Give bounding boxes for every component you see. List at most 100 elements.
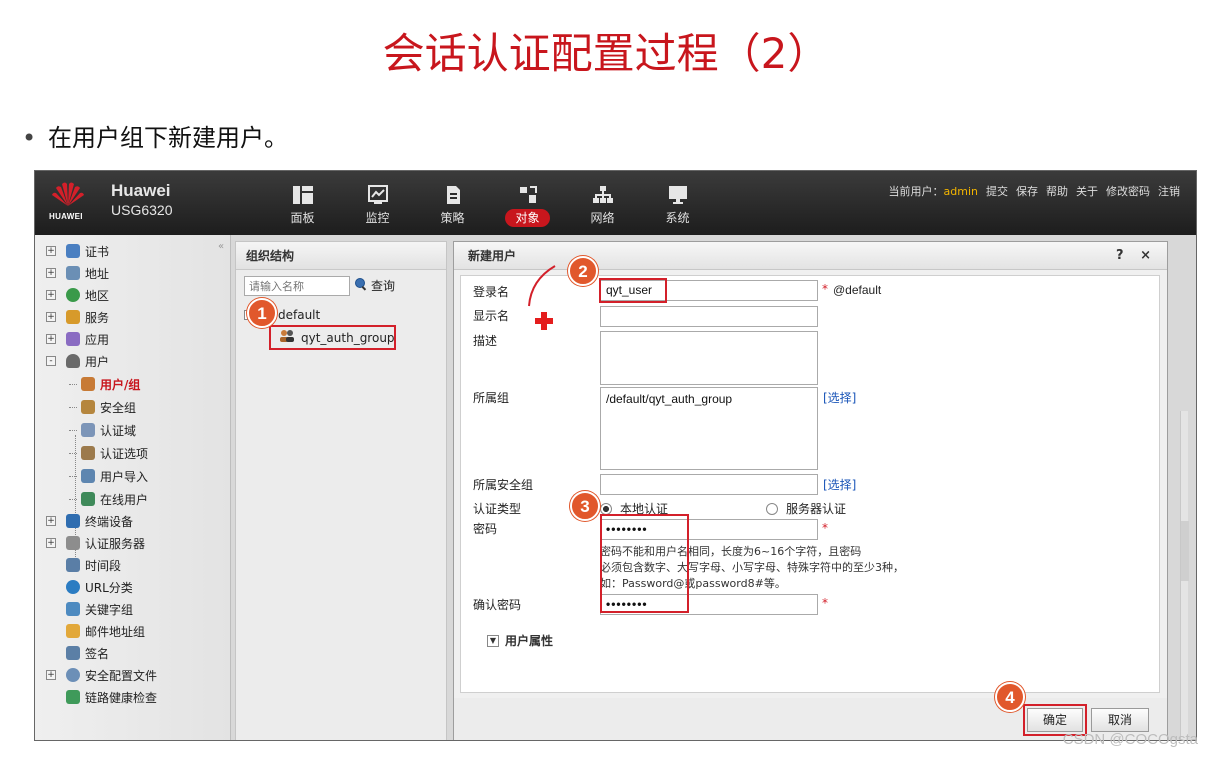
firewall-web-ui: HUAWEI Huawei USG6320 面板 监控 策略 对象 网络 系统 … xyxy=(34,170,1197,741)
expand-icon[interactable]: + xyxy=(46,670,56,680)
brand: Huawei USG6320 xyxy=(111,181,172,218)
tree-item-mail-group[interactable]: 邮件地址组 xyxy=(35,621,145,641)
expand-icon[interactable]: + xyxy=(46,334,56,344)
main-nav: 面板 监控 策略 对象 网络 系统 xyxy=(265,185,715,233)
tree-item-application[interactable]: + 应用 xyxy=(35,329,109,349)
nav-label: 系统 xyxy=(665,211,690,225)
tree-item-url-category[interactable]: URL分类 xyxy=(35,577,133,597)
tree-item-online-users[interactable]: 在线用户 xyxy=(69,489,148,509)
scrollbar-thumb[interactable] xyxy=(1181,521,1189,581)
tree-item-security-profile[interactable]: + 安全配置文件 xyxy=(35,665,157,685)
search-icon xyxy=(354,277,368,294)
user-group-icon xyxy=(81,377,95,391)
nav-system[interactable]: 系统 xyxy=(640,185,715,233)
tree-item-auth-server[interactable]: + 认证服务器 xyxy=(35,533,145,553)
org-node-qyt-auth-group[interactable]: qyt_auth_group xyxy=(269,325,396,350)
nav-label: 面板 xyxy=(290,211,315,225)
tree-item-address[interactable]: + 地址 xyxy=(35,263,109,283)
display-name-input[interactable] xyxy=(600,306,818,327)
brand-name: Huawei xyxy=(111,181,171,200)
radio-selected-icon xyxy=(600,502,612,515)
nav-label: 对象 xyxy=(505,209,550,227)
huawei-logo: HUAWEI xyxy=(49,180,93,226)
tree-item-auth-options[interactable]: 认证选项 xyxy=(69,443,148,463)
user-properties-toggle[interactable]: ▼ 用户属性 xyxy=(487,632,553,649)
select-security-group-link[interactable]: [选择] xyxy=(823,476,856,493)
nav-dashboard[interactable]: 面板 xyxy=(265,185,340,233)
step-badge-2: 2 xyxy=(568,256,598,286)
expand-icon[interactable]: + xyxy=(46,290,56,300)
tree-item-security-group[interactable]: 安全组 xyxy=(69,397,136,417)
search-button[interactable]: 查询 xyxy=(354,277,395,294)
page-scrollbar[interactable] xyxy=(1180,411,1189,740)
highlight-login-name xyxy=(599,278,667,303)
tree-item-auth-domain[interactable]: 认证域 xyxy=(69,420,136,440)
nav-object[interactable]: 对象 xyxy=(490,185,565,233)
collapse-icon[interactable]: - xyxy=(46,356,56,366)
tree-item-terminal-device[interactable]: + 终端设备 xyxy=(35,511,133,531)
required-mark: * xyxy=(822,521,828,535)
expand-icon[interactable]: + xyxy=(46,246,56,256)
expand-icon[interactable]: + xyxy=(46,268,56,278)
tree-item-user[interactable]: - 用户 xyxy=(35,351,109,371)
auth-type-label: 认证类型 xyxy=(473,502,522,516)
submit-link[interactable]: 提交 xyxy=(986,183,1008,199)
help-icon[interactable]: ? xyxy=(1116,248,1124,263)
cancel-button[interactable]: 取消 xyxy=(1091,708,1149,732)
slide-bullet-text: 在用户组下新建用户。 xyxy=(48,124,288,152)
security-group-input[interactable] xyxy=(600,474,818,495)
tree-item-keyword-group[interactable]: 关键字组 xyxy=(35,599,133,619)
expand-icon[interactable]: + xyxy=(46,538,56,548)
tree-item-user-import[interactable]: 用户导入 xyxy=(69,466,148,486)
user-icon xyxy=(66,354,80,368)
org-search-input[interactable] xyxy=(244,276,350,296)
nav-network[interactable]: 网络 xyxy=(565,185,640,233)
object-icon xyxy=(517,185,539,205)
required-mark: * xyxy=(822,282,828,296)
step-badge-3: 3 xyxy=(570,491,600,521)
auth-server-radio[interactable]: 服务器认证 xyxy=(766,500,846,517)
url-globe-icon xyxy=(66,580,80,594)
user-group-icon xyxy=(279,329,295,346)
nav-monitor[interactable]: 监控 xyxy=(340,185,415,233)
org-panel-title: 组织结构 xyxy=(236,242,446,270)
tree-item-link-health[interactable]: 链路健康检查 xyxy=(35,687,157,707)
save-link[interactable]: 保存 xyxy=(1016,183,1038,199)
collapse-panel-icon[interactable]: « xyxy=(218,241,224,252)
select-group-link[interactable]: [选择] xyxy=(823,389,856,406)
about-link[interactable]: 关于 xyxy=(1076,183,1098,199)
close-icon[interactable]: × xyxy=(1140,248,1151,263)
logout-link[interactable]: 注销 xyxy=(1158,183,1180,199)
description-textarea[interactable] xyxy=(600,331,818,385)
nav-label: 策略 xyxy=(440,211,465,225)
signature-icon xyxy=(66,646,80,660)
tree-item-certificate[interactable]: + 证书 xyxy=(35,241,109,261)
dialog-title: 新建用户 xyxy=(468,249,517,263)
mail-icon xyxy=(66,624,80,638)
display-name-label: 显示名 xyxy=(473,309,510,323)
security-group-icon xyxy=(81,400,95,414)
dialog-form: 登录名 qyt_user * @default 显示名 描述 所属组 /defa… xyxy=(460,265,1160,693)
tree-item-user-group[interactable]: 用户/组 xyxy=(69,374,140,394)
nav-policy[interactable]: 策略 xyxy=(415,185,490,233)
expand-icon[interactable]: + xyxy=(46,516,56,526)
security-profile-icon xyxy=(66,668,80,682)
online-users-icon xyxy=(81,492,95,506)
tree-item-time-range[interactable]: 时间段 xyxy=(35,555,121,575)
device-model: USG6320 xyxy=(111,202,173,218)
tree-item-service[interactable]: + 服务 xyxy=(35,307,109,327)
watermark: CSDN @COCOgsta xyxy=(1062,731,1198,748)
expand-icon[interactable]: + xyxy=(46,312,56,322)
help-link[interactable]: 帮助 xyxy=(1046,183,1068,199)
terminal-device-icon xyxy=(66,514,80,528)
nav-label: 监控 xyxy=(365,211,390,225)
step-badge-4: 4 xyxy=(995,682,1025,712)
group-textarea[interactable]: /default/qyt_auth_group xyxy=(600,387,818,470)
top-bar: HUAWEI Huawei USG6320 面板 监控 策略 对象 网络 系统 … xyxy=(35,171,1196,235)
tree-item-region[interactable]: + 地区 xyxy=(35,285,109,305)
tree-item-signature[interactable]: 签名 xyxy=(35,643,109,663)
dashboard-icon xyxy=(292,185,314,205)
change-password-link[interactable]: 修改密码 xyxy=(1106,183,1150,199)
domain-suffix: @default xyxy=(833,283,882,297)
address-icon xyxy=(66,266,80,280)
